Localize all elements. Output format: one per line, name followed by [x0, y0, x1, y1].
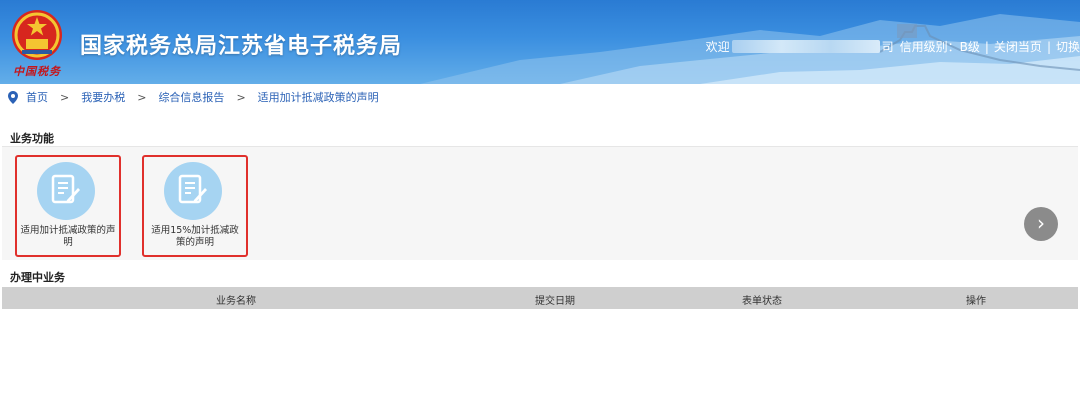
company-name-suffix: 司 [881, 40, 894, 54]
section-title-in-progress: 办理中业务 [10, 271, 65, 284]
breadcrumb-separator: > [60, 90, 70, 104]
seal-text: 中国税务 [13, 65, 61, 78]
site-header: 中国税务 国家税务总局江苏省电子税务局 欢迎 司 信用级别：B级 | 关闭当页 … [0, 0, 1080, 84]
column-header-actions: 操作 [966, 296, 986, 307]
site-title: 国家税务总局江苏省电子税务局 [80, 34, 403, 59]
close-page-link[interactable]: 关闭当页 [994, 38, 1042, 55]
divider: | [984, 39, 989, 54]
divider: | [1046, 39, 1051, 54]
company-name-redacted [731, 40, 880, 53]
welcome-text: 欢迎 [705, 40, 730, 54]
function-card-label: 适用15%加计抵减政策的声明 [151, 225, 239, 248]
breadcrumb-info-report[interactable]: 综合信息报告 [158, 89, 224, 105]
breadcrumb: 首页 > 我要办税 > 综合信息报告 > 适用加计抵减政策的声明 [0, 84, 1080, 110]
column-header-submit-date: 提交日期 [535, 296, 575, 307]
chevron-right-icon[interactable]: › [1024, 207, 1058, 241]
breadcrumb-tax-services[interactable]: 我要办税 [81, 89, 125, 105]
location-pin-icon [8, 90, 18, 104]
breadcrumb-current: 适用加计抵减政策的声明 [257, 91, 379, 104]
section-title-business-functions: 业务功能 [10, 132, 54, 145]
column-header-business-name: 业务名称 [216, 296, 256, 307]
in-progress-table-header: 业务名称 提交日期 表单状态 操作 [2, 287, 1078, 309]
breadcrumb-separator: > [236, 90, 246, 104]
national-emblem-icon [12, 10, 62, 60]
function-card-15pct-deduction-declaration[interactable]: 适用15%加计抵减政策的声明 [142, 155, 248, 257]
column-header-form-status: 表单状态 [742, 296, 782, 307]
credit-level: 信用级别：B级 [899, 40, 980, 54]
breadcrumb-home[interactable]: 首页 [26, 89, 48, 105]
document-edit-icon [164, 162, 222, 220]
function-card-deduction-declaration[interactable]: 适用加计抵减政策的声明 [15, 155, 121, 257]
document-edit-icon [37, 162, 95, 220]
user-bar: 欢迎 司 信用级别：B级 | 关闭当页 | 切换 [706, 38, 1080, 55]
function-card-label: 适用加计抵减政策的声明 [20, 225, 116, 248]
breadcrumb-separator: > [137, 90, 147, 104]
switch-link[interactable]: 切换 [1056, 38, 1080, 55]
